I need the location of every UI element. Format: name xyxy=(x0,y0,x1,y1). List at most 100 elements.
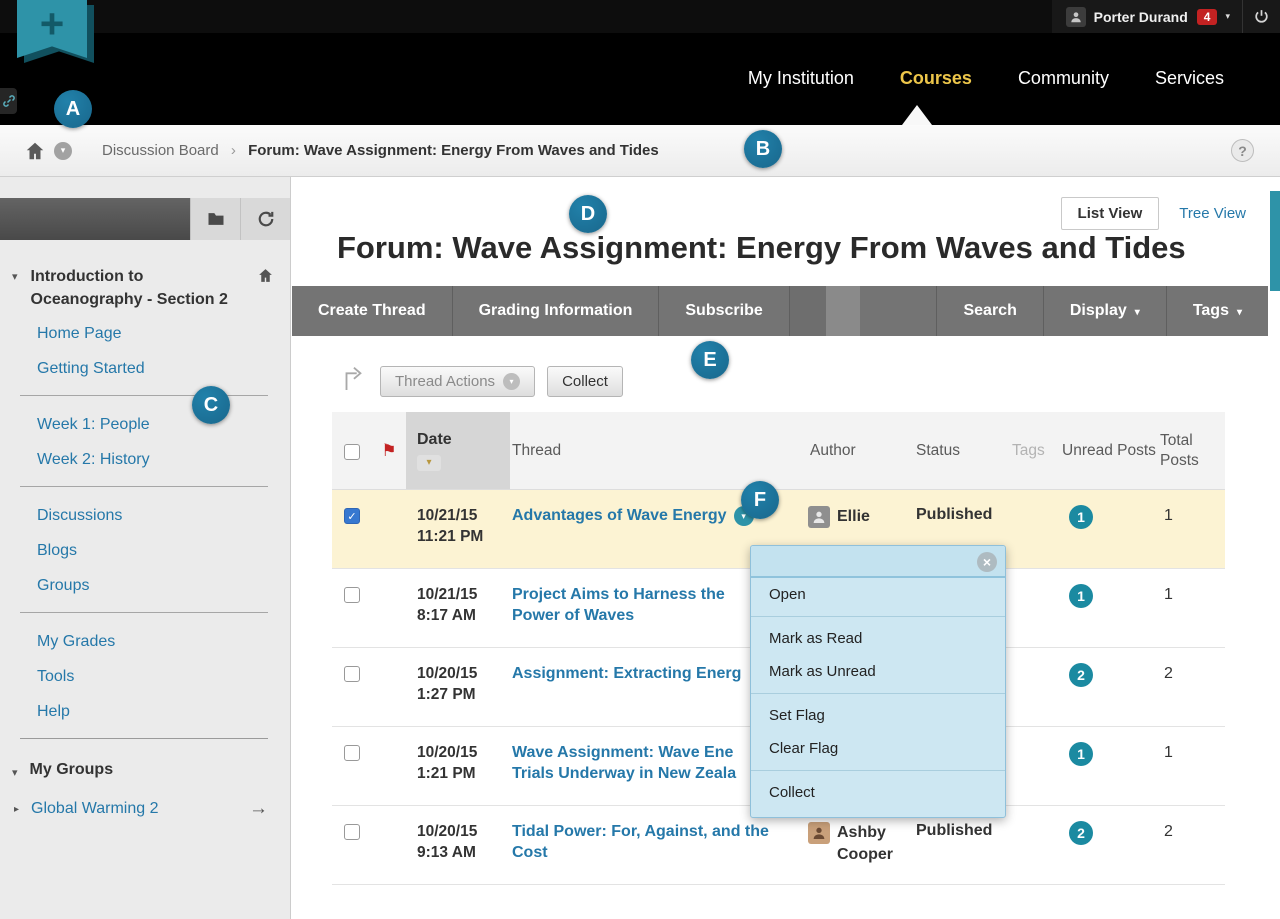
tab-courses[interactable]: Courses xyxy=(900,68,972,89)
course-menu-folder-button[interactable] xyxy=(190,198,240,240)
link-icon xyxy=(3,95,15,107)
row-checkbox[interactable] xyxy=(344,824,360,840)
tree-view-tab[interactable]: Tree View xyxy=(1179,205,1246,222)
expand-arrow-icon[interactable]: ▸ xyxy=(14,804,19,815)
refresh-button[interactable] xyxy=(240,198,290,240)
top-navigation-bar: Porter Durand 4 ▾ + My Institution Cours… xyxy=(0,0,1280,125)
select-all-arrow-icon xyxy=(340,362,366,392)
subscribe-button[interactable]: Subscribe xyxy=(659,286,789,336)
menu-item-mark-as-unread[interactable]: Mark as Unread xyxy=(751,655,1005,688)
thread-link[interactable]: Advantages of Wave Energy xyxy=(512,507,727,524)
sidebar-item-my-grades[interactable]: My Grades xyxy=(37,633,115,650)
annotation-c: C xyxy=(192,386,230,424)
create-thread-button[interactable]: Create Thread xyxy=(292,286,453,336)
thread-date: 10/20/15 xyxy=(417,664,510,685)
thread-date: 10/21/15 xyxy=(417,585,510,606)
thread-actions-dropdown[interactable]: Thread Actions ▾ xyxy=(380,366,535,397)
sidebar-item-help[interactable]: Help xyxy=(37,703,70,720)
caret-down-icon[interactable]: ▾ xyxy=(1225,11,1230,22)
thread-link[interactable]: Tidal Power: For, Against, and the Cost xyxy=(512,823,769,861)
list-view-tab[interactable]: List View xyxy=(1061,197,1160,230)
unread-badge[interactable]: 2 xyxy=(1069,821,1093,845)
top-utility-strip: Porter Durand 4 ▾ xyxy=(0,0,1280,33)
chevron-down-icon: ▾ xyxy=(1237,307,1242,318)
breadcrumb-section[interactable]: Discussion Board xyxy=(102,142,219,159)
home-icon xyxy=(257,267,274,284)
unread-badge[interactable]: 1 xyxy=(1069,505,1093,529)
forum-action-bar: Create Thread Grading Information Subscr… xyxy=(292,286,1268,336)
column-header-thread[interactable]: Thread xyxy=(510,441,808,460)
sort-desc-icon[interactable]: ▾ xyxy=(417,455,441,471)
column-header-date[interactable]: Date ▾ xyxy=(406,412,510,489)
date-header-label: Date xyxy=(417,431,510,449)
quick-links-button[interactable] xyxy=(0,88,17,114)
column-header-author[interactable]: Author xyxy=(808,441,914,460)
sidebar-item-global-warming-2[interactable]: Global Warming 2 xyxy=(31,800,249,818)
menu-item-set-flag[interactable]: Set Flag xyxy=(751,699,1005,732)
sidebar-item-home-page[interactable]: Home Page xyxy=(37,325,122,342)
collapse-arrow-icon[interactable]: ▾ xyxy=(12,766,18,779)
sidebar-item-tools[interactable]: Tools xyxy=(37,668,74,685)
row-checkbox[interactable] xyxy=(344,745,360,761)
my-groups-heading: My Groups xyxy=(30,761,114,779)
thread-date: 10/20/15 xyxy=(417,822,510,843)
sidebar-item-getting-started[interactable]: Getting Started xyxy=(37,360,145,377)
sidebar-item-week2[interactable]: Week 2: History xyxy=(37,451,150,468)
sidebar-item-groups[interactable]: Groups xyxy=(37,577,89,594)
tags-menu-button[interactable]: Tags ▾ xyxy=(1166,286,1268,336)
sidebar-collapse-area[interactable] xyxy=(0,198,190,240)
tab-services[interactable]: Services xyxy=(1155,68,1224,89)
sidebar-item-discussions[interactable]: Discussions xyxy=(37,507,122,524)
help-button[interactable]: ? xyxy=(1231,139,1254,162)
row-checkbox[interactable] xyxy=(344,587,360,603)
sidebar-item-blogs[interactable]: Blogs xyxy=(37,542,77,559)
notification-badge[interactable]: 4 xyxy=(1197,9,1218,25)
folder-icon xyxy=(206,209,226,229)
column-header-unread[interactable]: Unread Posts xyxy=(1060,441,1158,460)
refresh-icon xyxy=(256,209,276,229)
column-header-tags: Tags xyxy=(1010,441,1060,460)
menu-item-clear-flag[interactable]: Clear Flag xyxy=(751,732,1005,765)
sidebar-toolbar xyxy=(0,198,290,240)
column-header-status[interactable]: Status xyxy=(914,441,1010,460)
course-home-button[interactable] xyxy=(257,267,274,289)
thread-link[interactable]: Wave Assignment: Wave Ene Trials Underwa… xyxy=(512,744,736,782)
unread-badge[interactable]: 1 xyxy=(1069,584,1093,608)
display-menu-button[interactable]: Display ▾ xyxy=(1043,286,1166,336)
tab-community[interactable]: Community xyxy=(1018,68,1109,89)
unread-badge[interactable]: 2 xyxy=(1069,663,1093,687)
breadcrumb-expand-button[interactable]: ▾ xyxy=(54,142,72,160)
column-header-total[interactable]: Total Posts xyxy=(1158,431,1225,470)
close-icon[interactable]: × xyxy=(977,552,997,572)
sidebar-item-week1[interactable]: Week 1: People xyxy=(37,416,150,433)
search-button[interactable]: Search xyxy=(936,286,1042,336)
tags-label: Tags xyxy=(1193,302,1229,320)
home-button[interactable] xyxy=(24,140,46,162)
thread-date: 10/20/15 xyxy=(417,743,510,764)
menu-divider xyxy=(751,770,1005,771)
context-menu-header: × xyxy=(751,546,1005,578)
thread-link[interactable]: Assignment: Extracting Energ xyxy=(512,665,741,682)
collapse-arrow-icon[interactable]: ▾ xyxy=(12,270,18,283)
row-checkbox[interactable] xyxy=(344,666,360,682)
annotation-a: A xyxy=(54,90,92,128)
author-name[interactable]: Ellie xyxy=(837,506,870,528)
grading-information-button[interactable]: Grading Information xyxy=(453,286,660,336)
unread-badge[interactable]: 1 xyxy=(1069,742,1093,766)
menu-item-collect[interactable]: Collect xyxy=(751,776,1005,809)
page-title: Forum: Wave Assignment: Energy From Wave… xyxy=(337,230,1235,266)
user-menu[interactable]: Porter Durand 4 ▾ xyxy=(1052,0,1280,33)
tab-my-institution[interactable]: My Institution xyxy=(748,68,854,89)
row-checkbox[interactable]: ✓ xyxy=(344,508,360,524)
arrow-right-icon[interactable]: → xyxy=(249,798,268,820)
thread-link[interactable]: Project Aims to Harness the Power of Wav… xyxy=(512,586,725,624)
menu-item-mark-as-read[interactable]: Mark as Read xyxy=(751,622,1005,655)
sidebar-section-divider xyxy=(20,738,268,739)
collect-button[interactable]: Collect xyxy=(547,366,623,397)
author-name[interactable]: Ashby Cooper xyxy=(837,822,910,867)
menu-item-open[interactable]: Open xyxy=(751,578,1005,611)
breadcrumb: Discussion Board › Forum: Wave Assignmen… xyxy=(102,142,659,159)
annotation-b: B xyxy=(744,130,782,168)
select-all-checkbox[interactable] xyxy=(344,444,360,460)
logout-button[interactable] xyxy=(1242,0,1280,33)
